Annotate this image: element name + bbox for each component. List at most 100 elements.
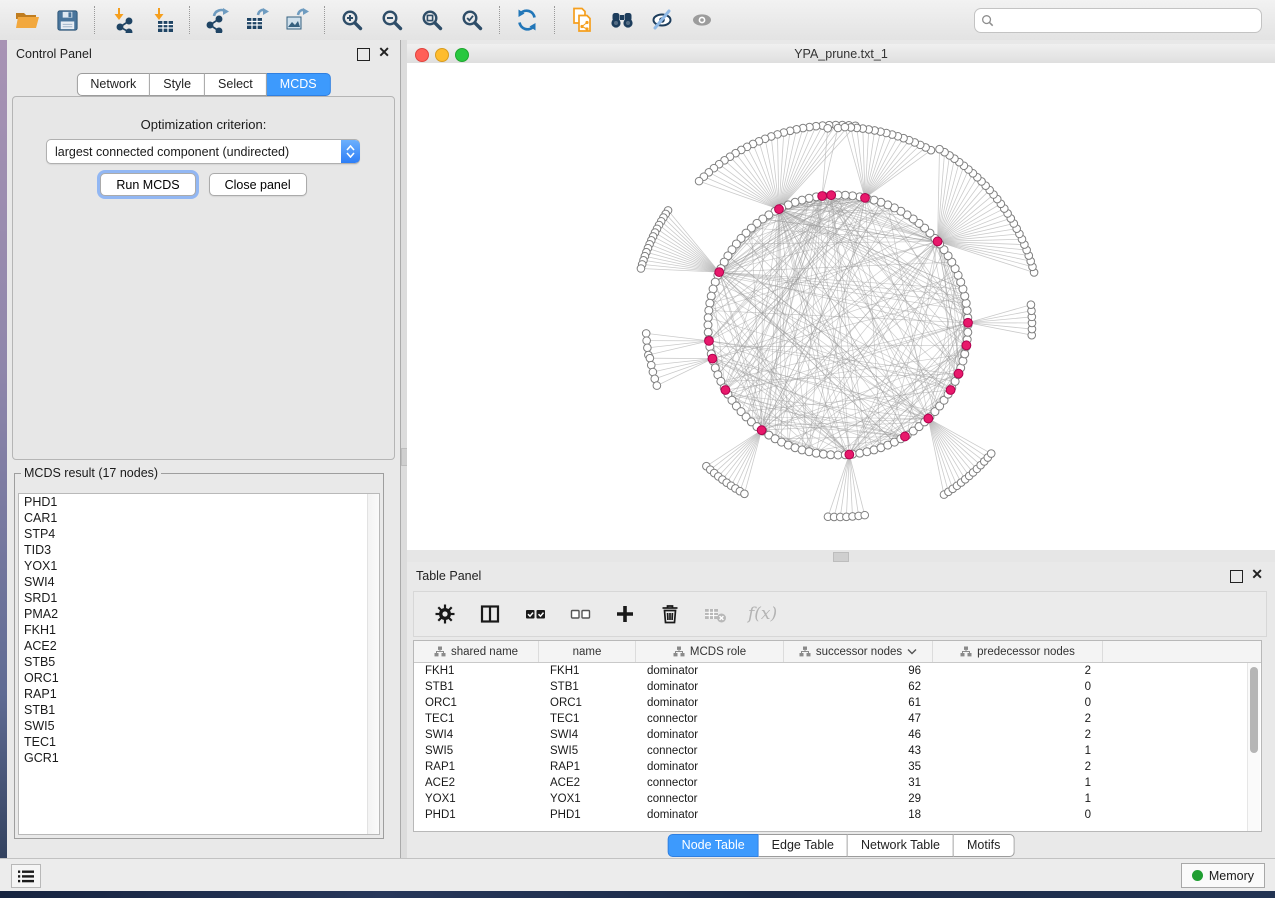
run-mcds-button[interactable]: Run MCDS — [100, 173, 195, 196]
table-cell[interactable]: TEC1 — [539, 713, 636, 725]
table-cell[interactable]: 96 — [784, 665, 933, 677]
result-item[interactable]: YOX1 — [19, 558, 379, 574]
export-image-icon[interactable] — [280, 5, 314, 35]
table-cell[interactable]: connector — [636, 745, 784, 757]
zoom-selected-icon[interactable] — [455, 5, 489, 35]
refresh-layout-icon[interactable] — [510, 5, 544, 35]
table-cell[interactable]: YOX1 — [414, 793, 539, 805]
table-cell[interactable]: ACE2 — [539, 777, 636, 789]
table-cell[interactable]: 1 — [933, 793, 1103, 805]
column-header-shared-name[interactable]: shared name — [414, 641, 539, 662]
dominator-node[interactable] — [708, 354, 717, 363]
leaf-node[interactable] — [824, 124, 832, 132]
network-canvas[interactable] — [407, 63, 1275, 550]
close-panel-icon[interactable]: ✕ — [378, 45, 390, 59]
table-cell[interactable]: STB1 — [539, 681, 636, 693]
network-window-titlebar[interactable]: YPA_prune.txt_1 — [407, 44, 1275, 64]
table-cell[interactable]: dominator — [636, 761, 784, 773]
float-panel-icon[interactable] — [357, 48, 370, 61]
table-row[interactable]: SWI5SWI5connector431 — [414, 743, 1261, 759]
table-cell[interactable]: 47 — [784, 713, 933, 725]
table-row[interactable]: STB1STB1dominator620 — [414, 679, 1261, 695]
select-all-icon[interactable] — [523, 602, 547, 626]
node-table[interactable]: shared namenameMCDS rolesuccessor nodesp… — [413, 640, 1262, 832]
table-cell[interactable]: ORC1 — [539, 697, 636, 709]
tab-network[interactable]: Network — [76, 73, 150, 96]
show-hide-panels-icon[interactable] — [645, 5, 679, 35]
result-item[interactable]: ACE2 — [19, 638, 379, 654]
ring-node[interactable] — [812, 449, 820, 457]
table-cell[interactable]: 31 — [784, 777, 933, 789]
table-cell[interactable]: FKH1 — [414, 665, 539, 677]
leaf-node[interactable] — [1027, 301, 1035, 309]
ring-node[interactable] — [963, 306, 971, 314]
ring-node[interactable] — [849, 192, 857, 200]
table-cell[interactable]: PHD1 — [539, 809, 636, 821]
table-cell[interactable]: 29 — [784, 793, 933, 805]
result-item[interactable]: SRD1 — [19, 590, 379, 606]
horizontal-splitter[interactable] — [407, 550, 1275, 562]
table-cell[interactable]: connector — [636, 713, 784, 725]
scrollbar-thumb[interactable] — [1250, 667, 1258, 753]
result-item[interactable]: RAP1 — [19, 686, 379, 702]
dominator-node[interactable] — [721, 386, 730, 395]
deselect-all-icon[interactable] — [568, 602, 592, 626]
table-cell[interactable]: ACE2 — [414, 777, 539, 789]
table-cell[interactable]: 2 — [933, 729, 1103, 741]
tab-node-table[interactable]: Node Table — [668, 834, 759, 857]
table-cell[interactable]: dominator — [636, 697, 784, 709]
leaf-node[interactable] — [642, 330, 650, 338]
leaf-node[interactable] — [861, 511, 869, 519]
ring-node[interactable] — [805, 448, 813, 456]
column-header-name[interactable]: name — [539, 641, 636, 662]
table-cell[interactable]: SWI4 — [539, 729, 636, 741]
export-network-icon[interactable] — [200, 5, 234, 35]
import-table-icon[interactable] — [145, 5, 179, 35]
split-columns-icon[interactable] — [478, 602, 502, 626]
dominator-node[interactable] — [827, 191, 836, 200]
result-item[interactable]: SWI5 — [19, 718, 379, 734]
settings-icon[interactable] — [433, 602, 457, 626]
memory-button[interactable]: Memory — [1181, 863, 1265, 888]
import-network-icon[interactable] — [105, 5, 139, 35]
table-cell[interactable]: dominator — [636, 809, 784, 821]
table-row[interactable]: YOX1YOX1connector291 — [414, 791, 1261, 807]
tab-network-table[interactable]: Network Table — [848, 834, 954, 857]
table-cell[interactable]: STB1 — [414, 681, 539, 693]
table-cell[interactable]: 35 — [784, 761, 933, 773]
dominator-node[interactable] — [964, 318, 973, 327]
ring-node[interactable] — [961, 350, 969, 358]
close-panel-button[interactable]: Close panel — [209, 173, 307, 196]
leaf-node[interactable] — [644, 344, 652, 352]
tab-edge-table[interactable]: Edge Table — [759, 834, 848, 857]
table-cell[interactable]: YOX1 — [539, 793, 636, 805]
leaf-node[interactable] — [841, 123, 849, 131]
column-header-successor-nodes[interactable]: successor nodes — [784, 641, 933, 662]
table-cell[interactable]: dominator — [636, 729, 784, 741]
dominator-node[interactable] — [845, 450, 854, 459]
table-row[interactable]: ORC1ORC1dominator610 — [414, 695, 1261, 711]
result-item[interactable]: STB5 — [19, 654, 379, 670]
delete-rows-icon[interactable] — [658, 602, 682, 626]
leaf-node[interactable] — [834, 124, 842, 132]
table-cell[interactable]: SWI4 — [414, 729, 539, 741]
tab-motifs[interactable]: Motifs — [954, 834, 1014, 857]
dominator-node[interactable] — [954, 369, 963, 378]
zoom-fit-icon[interactable] — [415, 5, 449, 35]
dominator-node[interactable] — [933, 237, 942, 246]
table-row[interactable]: PHD1PHD1dominator180 — [414, 807, 1261, 823]
ring-node[interactable] — [964, 328, 972, 336]
table-scrollbar[interactable] — [1247, 663, 1260, 831]
result-item[interactable]: GCR1 — [19, 750, 379, 766]
result-item[interactable]: CAR1 — [19, 510, 379, 526]
table-cell[interactable]: 43 — [784, 745, 933, 757]
table-cell[interactable]: SWI5 — [539, 745, 636, 757]
splitter-handle[interactable] — [833, 552, 849, 562]
leaf-node[interactable] — [637, 265, 645, 273]
column-header-predecessor-nodes[interactable]: predecessor nodes — [933, 641, 1103, 662]
table-row[interactable]: ACE2ACE2connector311 — [414, 775, 1261, 791]
zoom-out-icon[interactable] — [375, 5, 409, 35]
result-item[interactable]: TEC1 — [19, 734, 379, 750]
table-cell[interactable]: 62 — [784, 681, 933, 693]
open-file-icon[interactable] — [10, 5, 44, 35]
